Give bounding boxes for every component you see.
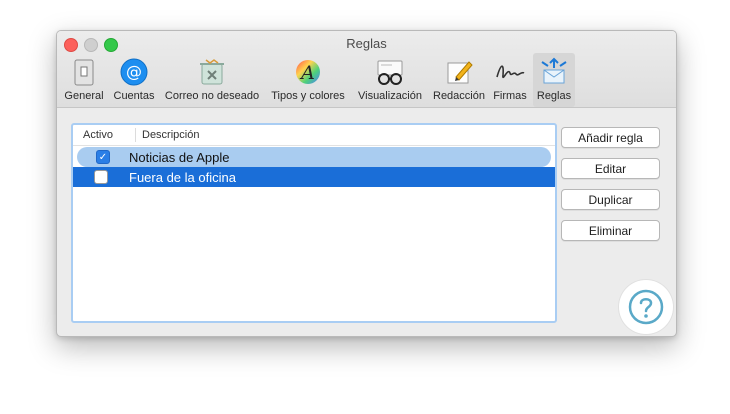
- tab-accounts-label: Cuentas: [113, 90, 155, 102]
- duplicate-button[interactable]: Duplicar: [561, 189, 660, 210]
- junk-mail-icon: [196, 56, 228, 88]
- rules-window: Reglas General @ Cuentas Correo no desea…: [56, 30, 677, 337]
- table-header: Activo Descripción: [73, 125, 555, 146]
- help-icon: [628, 289, 664, 325]
- watermark-logo: [619, 280, 673, 334]
- tab-composing[interactable]: Redacción: [431, 53, 487, 107]
- window-title: Reglas: [346, 36, 387, 51]
- edit-button[interactable]: Editar: [561, 158, 660, 179]
- signature-icon: [494, 56, 526, 88]
- tab-viewing[interactable]: Visualización: [353, 53, 427, 107]
- tab-signatures-label: Firmas: [493, 90, 527, 102]
- preferences-toolbar: General @ Cuentas Correo no deseado A Ti…: [57, 53, 676, 107]
- fonts-colors-icon: A: [292, 56, 324, 88]
- tab-composing-label: Redacción: [433, 90, 485, 102]
- rule-active-checkbox[interactable]: [94, 170, 108, 184]
- general-icon: [68, 56, 100, 88]
- rule-active-checkbox[interactable]: ✓: [96, 150, 110, 164]
- tab-general-label: General: [64, 90, 104, 102]
- rules-icon: [538, 56, 570, 88]
- delete-button[interactable]: Eliminar: [561, 220, 660, 241]
- svg-text:@: @: [126, 62, 142, 81]
- pencil-icon: [443, 56, 475, 88]
- tab-rules[interactable]: Reglas: [533, 53, 575, 107]
- glasses-icon: [374, 56, 406, 88]
- table-row[interactable]: ✓ Noticias de Apple: [77, 147, 551, 167]
- tab-fonts-colors[interactable]: A Tipos y colores: [266, 53, 350, 107]
- tab-viewing-label: Visualización: [357, 90, 422, 102]
- active-cell: ✓: [77, 150, 129, 164]
- tab-junk-mail-label: Correo no deseado: [164, 90, 260, 102]
- rules-pane: Activo Descripción ✓ Noticias de Apple F…: [57, 108, 676, 336]
- tab-general[interactable]: General: [62, 53, 106, 107]
- column-header-active[interactable]: Activo: [73, 128, 136, 142]
- svg-text:A: A: [299, 62, 315, 84]
- tab-signatures[interactable]: Firmas: [490, 53, 530, 107]
- tab-accounts[interactable]: @ Cuentas: [110, 53, 158, 107]
- tab-fonts-colors-label: Tipos y colores: [271, 90, 345, 102]
- rule-description: Noticias de Apple: [129, 149, 230, 165]
- tab-junk-mail[interactable]: Correo no deseado: [161, 53, 263, 107]
- add-rule-button[interactable]: Añadir regla: [561, 127, 660, 148]
- tab-rules-label: Reglas: [536, 90, 572, 102]
- column-header-description[interactable]: Descripción: [136, 129, 199, 141]
- rule-description: Fuera de la oficina: [129, 169, 236, 185]
- table-row[interactable]: Fuera de la oficina: [73, 167, 555, 187]
- at-icon: @: [118, 56, 150, 88]
- titlebar: Reglas General @ Cuentas Correo no desea…: [57, 31, 676, 108]
- active-cell: [73, 170, 125, 184]
- rules-table[interactable]: Activo Descripción ✓ Noticias de Apple F…: [71, 123, 557, 323]
